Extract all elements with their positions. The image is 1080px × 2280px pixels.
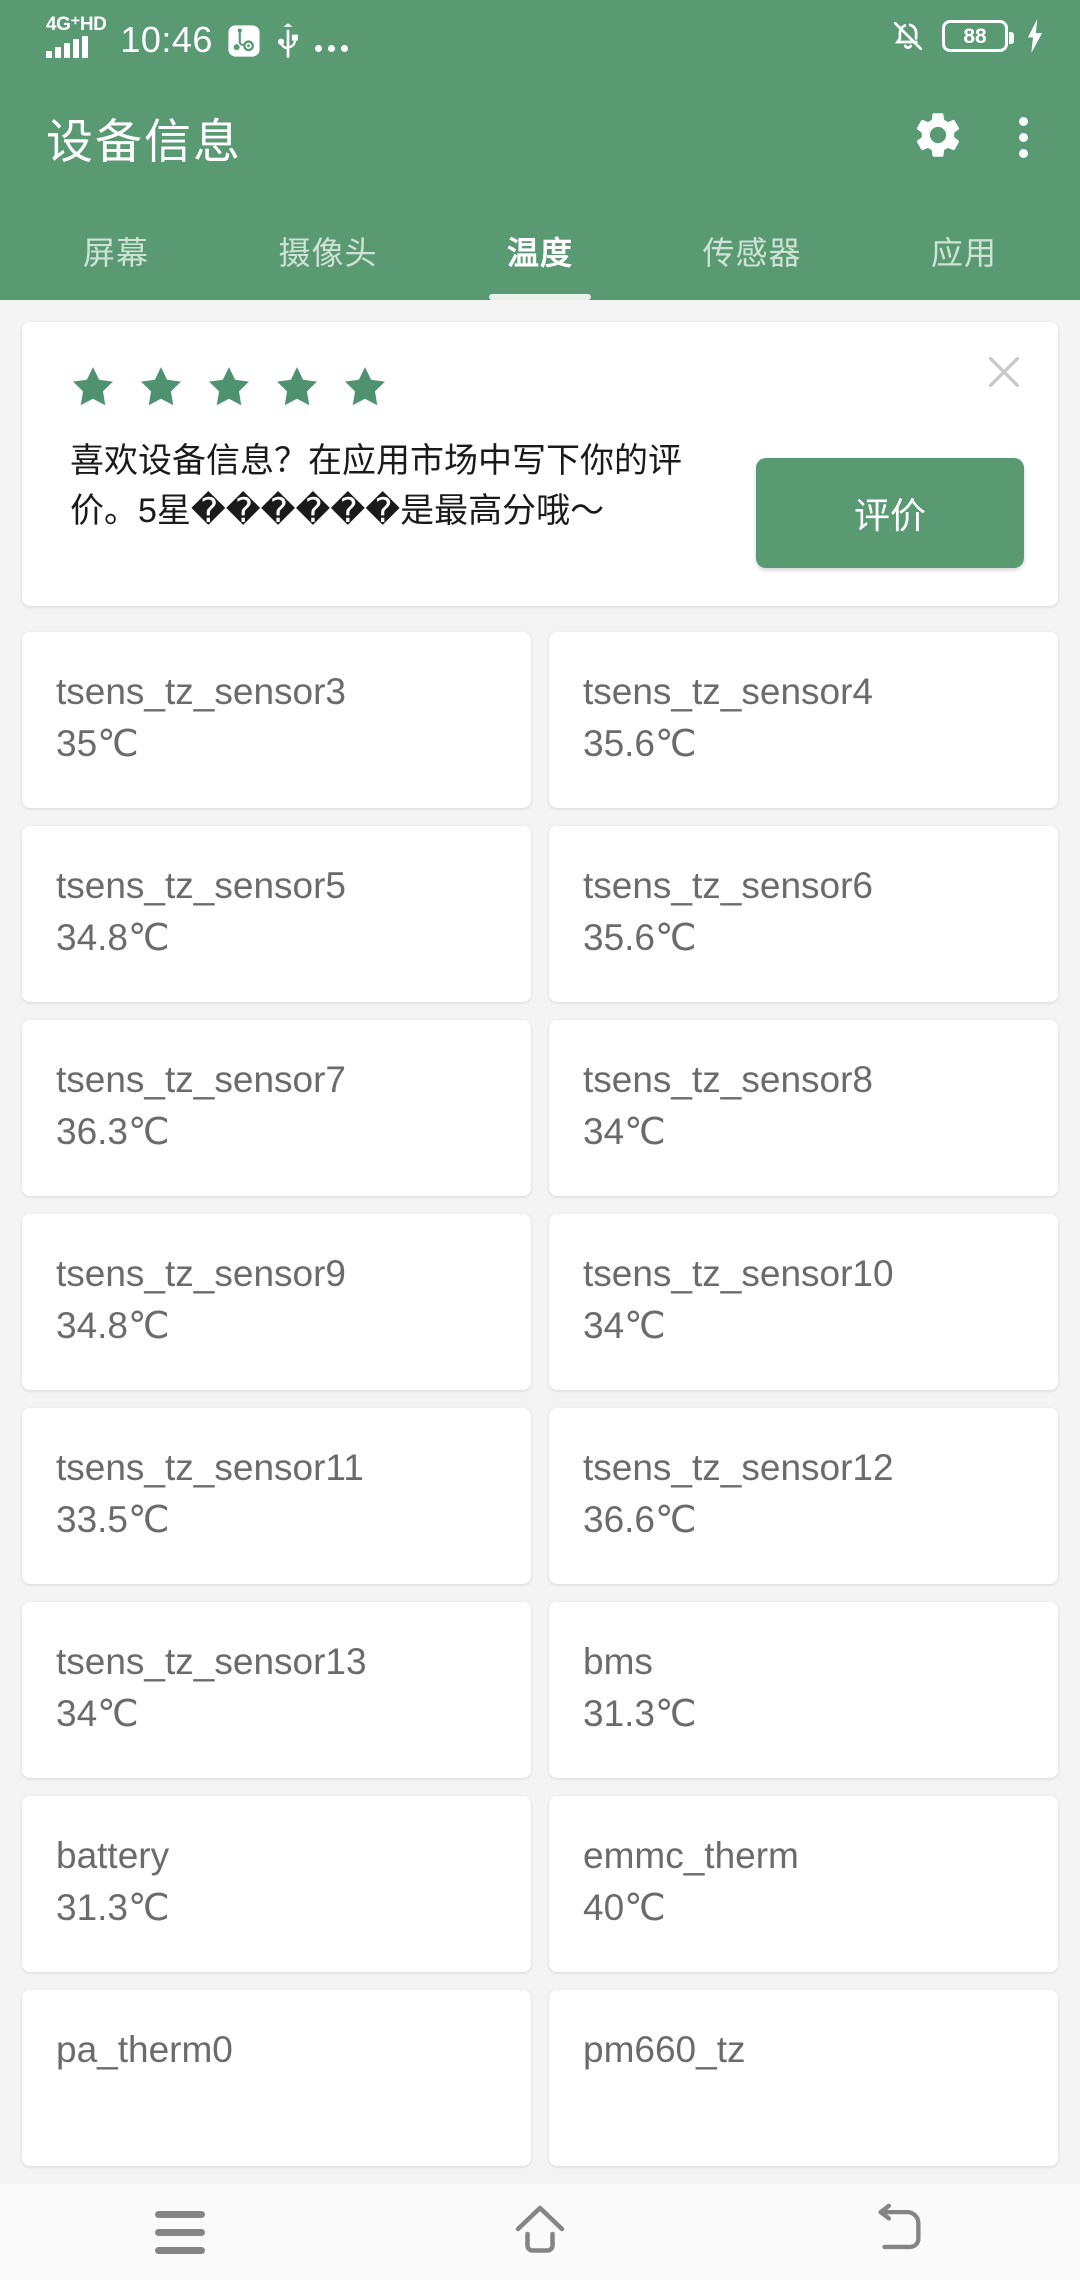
back-arrow-icon <box>871 2203 929 2262</box>
sensor-name: tsens_tz_sensor6 <box>583 865 874 906</box>
sensor-value: 34.8℃ <box>56 1305 170 1346</box>
sensor-card[interactable]: pm660_tz <box>549 1990 1058 2166</box>
sensor-value: 31.3℃ <box>583 1693 697 1734</box>
sensor-name: tsens_tz_sensor13 <box>56 1641 367 1682</box>
sensor-card[interactable]: tsens_tz_sensor3 35℃ <box>22 632 531 808</box>
sensor-value: 35℃ <box>56 723 139 764</box>
content-scroll-area[interactable]: 喜欢设备信息？在应用市场中写下你的评价。5星������是最高分哦～ 评价 ts… <box>0 300 1080 2184</box>
sensor-value: 40℃ <box>583 1887 666 1928</box>
home-icon <box>510 2202 570 2263</box>
sensor-value: 31.3℃ <box>56 1887 170 1928</box>
sensor-value: 34℃ <box>583 1305 666 1346</box>
phone-screen: 4G⁺HD 10:46 88 设备信息 屏幕 摄像头 温度 传感器 应用 喜欢设… <box>0 0 1080 2280</box>
sensor-card[interactable]: tsens_tz_sensor12 36.6℃ <box>549 1408 1058 1584</box>
temperature-sensor-grid: tsens_tz_sensor3 35℃ tsens_tz_sensor4 35.6… <box>0 632 1080 2166</box>
sensor-card[interactable]: tsens_tz_sensor11 33.5℃ <box>22 1408 531 1584</box>
sensor-value: 34℃ <box>583 1111 666 1152</box>
rate-button[interactable]: 评价 <box>756 458 1024 568</box>
battery-indicator: 88 <box>942 20 1014 52</box>
sensor-card[interactable]: battery 31.3℃ <box>22 1796 531 1972</box>
sensor-name: emmc_therm <box>583 1835 799 1876</box>
sensor-card[interactable]: tsens_tz_sensor4 35.6℃ <box>549 632 1058 808</box>
sensor-name: bms <box>583 1641 653 1682</box>
sensor-card[interactable]: pa_therm0 <box>22 1990 531 2166</box>
status-bar-clock: 10:46 <box>120 18 213 60</box>
tab-temperature[interactable]: 温度 <box>434 202 646 300</box>
home-button[interactable] <box>470 2184 610 2280</box>
app-bar: 设备信息 <box>0 72 1080 202</box>
status-bar: 4G⁺HD 10:46 88 <box>0 0 1080 72</box>
star-icon[interactable] <box>342 364 388 410</box>
sensor-value: 35.6℃ <box>583 723 697 764</box>
tab-label: 应用 <box>930 235 997 271</box>
rating-prompt-text: 喜欢设备信息？在应用市场中写下你的评价。5星������是最高分哦～ <box>70 442 682 530</box>
back-button[interactable] <box>830 2184 970 2280</box>
sensor-name: tsens_tz_sensor10 <box>583 1253 894 1294</box>
tab-camera[interactable]: 摄像头 <box>222 202 434 300</box>
recents-button[interactable] <box>110 2184 250 2280</box>
gear-icon[interactable] <box>911 108 965 167</box>
battery-level-label: 88 <box>963 24 987 48</box>
rating-prompt-card: 喜欢设备信息？在应用市场中写下你的评价。5星������是最高分哦～ 评价 <box>22 322 1058 606</box>
sensor-value: 33.5℃ <box>56 1499 170 1540</box>
star-icon[interactable] <box>206 364 252 410</box>
sensor-name: pa_therm0 <box>56 2029 233 2070</box>
sensor-name: tsens_tz_sensor8 <box>583 1059 874 1100</box>
signal-indicator: 4G⁺HD <box>46 13 107 58</box>
sensor-card[interactable]: tsens_tz_sensor9 34.8℃ <box>22 1214 531 1390</box>
bell-off-icon <box>890 18 926 54</box>
network-type-label: 4G⁺HD <box>46 13 107 35</box>
rating-card-body: 喜欢设备信息？在应用市场中写下你的评价。5星������是最高分哦～ <box>70 364 756 536</box>
tab-label: 屏幕 <box>82 235 149 271</box>
recents-menu-icon <box>155 2210 205 2254</box>
sensor-name: tsens_tz_sensor3 <box>56 671 347 712</box>
star-icon[interactable] <box>274 364 320 410</box>
sensor-value: 34.8℃ <box>56 917 170 958</box>
sensor-name: pm660_tz <box>583 2029 746 2070</box>
status-bar-left: 4G⁺HD 10:46 <box>46 15 890 58</box>
tab-label: 摄像头 <box>278 235 378 271</box>
sensor-card[interactable]: tsens_tz_sensor7 36.3℃ <box>22 1020 531 1196</box>
sensor-name: tsens_tz_sensor5 <box>56 865 347 906</box>
system-navigation-bar <box>0 2184 1080 2280</box>
sensor-name: tsens_tz_sensor9 <box>56 1253 347 1294</box>
close-icon[interactable] <box>976 344 1032 400</box>
tab-label: 传感器 <box>702 235 802 271</box>
tab-bar: 屏幕 摄像头 温度 传感器 应用 <box>0 202 1080 300</box>
usb-icon <box>275 22 301 58</box>
star-icon[interactable] <box>138 364 184 410</box>
sensor-value: 35.6℃ <box>583 917 697 958</box>
star-rating[interactable] <box>70 364 742 410</box>
tab-screen[interactable]: 屏幕 <box>10 202 222 300</box>
sensor-card[interactable]: tsens_tz_sensor13 34℃ <box>22 1602 531 1778</box>
sensor-value: 36.3℃ <box>56 1111 170 1152</box>
sensor-card[interactable]: emmc_therm 40℃ <box>549 1796 1058 1972</box>
charging-bolt-icon <box>1024 19 1046 53</box>
star-icon[interactable] <box>70 364 116 410</box>
sensor-card[interactable]: bms 31.3℃ <box>549 1602 1058 1778</box>
sensor-card[interactable]: tsens_tz_sensor5 34.8℃ <box>22 826 531 1002</box>
signal-bars-icon <box>46 35 88 58</box>
more-dots-icon <box>314 44 348 58</box>
sensor-card[interactable]: tsens_tz_sensor6 35.6℃ <box>549 826 1058 1002</box>
page-title: 设备信息 <box>46 114 242 168</box>
sensor-value: 34℃ <box>56 1693 139 1734</box>
sensor-card[interactable]: tsens_tz_sensor10 34℃ <box>549 1214 1058 1390</box>
sensor-name: tsens_tz_sensor11 <box>56 1447 364 1488</box>
tab-label: 温度 <box>506 235 573 271</box>
status-bar-right: 88 <box>890 18 1046 54</box>
sensor-value: 36.6℃ <box>583 1499 697 1540</box>
sensor-card[interactable]: tsens_tz_sensor8 34℃ <box>549 1020 1058 1196</box>
sensor-name: tsens_tz_sensor7 <box>56 1059 347 1100</box>
sensor-name: battery <box>56 1835 170 1876</box>
usb-debug-icon <box>227 24 261 58</box>
tab-sensors[interactable]: 传感器 <box>646 202 858 300</box>
tab-apps[interactable]: 应用 <box>858 202 1070 300</box>
sensor-name: tsens_tz_sensor12 <box>583 1447 894 1488</box>
sensor-name: tsens_tz_sensor4 <box>583 671 874 712</box>
app-bar-actions <box>911 108 1040 167</box>
overflow-menu-icon[interactable] <box>1007 109 1040 166</box>
